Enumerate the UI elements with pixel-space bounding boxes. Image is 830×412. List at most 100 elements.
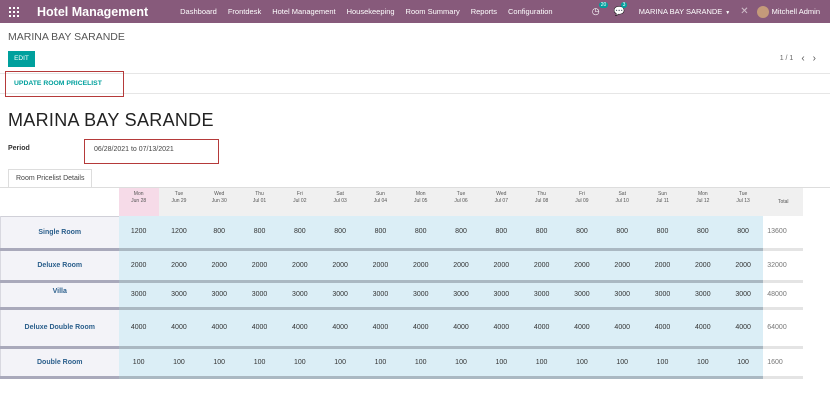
price-cell[interactable]: 100 <box>481 347 522 379</box>
price-cell[interactable]: 800 <box>642 216 683 251</box>
price-cell[interactable]: 4000 <box>319 308 361 349</box>
price-cell[interactable]: 2000 <box>118 249 159 283</box>
price-cell[interactable]: 3000 <box>360 281 401 310</box>
price-cell[interactable]: 100 <box>158 347 200 379</box>
price-cell[interactable]: 4000 <box>279 308 320 349</box>
price-cell[interactable]: 2000 <box>642 249 683 283</box>
price-cell[interactable]: 2000 <box>158 249 200 283</box>
menu-item-room-summary[interactable]: Room Summary <box>406 7 460 16</box>
price-cell[interactable]: 2000 <box>521 249 562 283</box>
edit-button[interactable]: EDIT <box>8 51 35 67</box>
activity-clock-icon[interactable]: ◷ 20 <box>592 2 609 17</box>
price-cell[interactable]: 800 <box>279 216 320 251</box>
price-cell[interactable]: 800 <box>440 216 482 251</box>
price-cell[interactable]: 4000 <box>602 308 643 349</box>
price-cell[interactable]: 3000 <box>239 281 280 310</box>
price-cell[interactable]: 4000 <box>722 308 764 349</box>
menu-item-reports[interactable]: Reports <box>471 7 497 16</box>
price-cell[interactable]: 3000 <box>400 281 441 310</box>
price-cell[interactable]: 800 <box>239 216 280 251</box>
price-cell[interactable]: 3000 <box>682 281 723 310</box>
price-cell[interactable]: 800 <box>682 216 723 251</box>
price-cell[interactable]: 4000 <box>118 308 159 349</box>
menu-item-frontdesk[interactable]: Frontdesk <box>228 7 261 16</box>
price-cell[interactable]: 2000 <box>360 249 401 283</box>
price-cell[interactable]: 4000 <box>642 308 683 349</box>
price-cell[interactable]: 4000 <box>360 308 401 349</box>
price-cell[interactable]: 100 <box>642 347 683 379</box>
price-cell[interactable]: 3000 <box>158 281 200 310</box>
price-cell[interactable]: 100 <box>400 347 441 379</box>
period-field[interactable]: 06/28/2021 to 07/13/2021 <box>84 139 219 164</box>
price-cell[interactable]: 800 <box>481 216 522 251</box>
price-cell[interactable]: 3000 <box>199 281 240 310</box>
price-cell[interactable]: 4000 <box>199 308 240 349</box>
price-cell[interactable]: 100 <box>440 347 482 379</box>
price-cell[interactable]: 100 <box>279 347 320 379</box>
price-cell[interactable]: 800 <box>400 216 441 251</box>
price-cell[interactable]: 2000 <box>400 249 441 283</box>
price-cell[interactable]: 4000 <box>400 308 441 349</box>
price-cell[interactable]: 2000 <box>239 249 280 283</box>
price-cell[interactable]: 800 <box>319 216 361 251</box>
price-cell[interactable]: 800 <box>521 216 562 251</box>
price-cell[interactable]: 2000 <box>682 249 723 283</box>
update-room-pricelist-button[interactable]: UPDATE ROOM PRICELIST <box>5 71 124 97</box>
menu-item-hotel-management[interactable]: Hotel Management <box>272 7 335 16</box>
user-menu[interactable]: Mitchell Admin <box>772 7 820 16</box>
price-cell[interactable]: 3000 <box>521 281 562 310</box>
company-switcher[interactable]: MARINA BAY SARANDE ▼ <box>639 7 730 16</box>
price-cell[interactable]: 3000 <box>602 281 643 310</box>
price-cell[interactable]: 3000 <box>642 281 683 310</box>
price-cell[interactable]: 3000 <box>561 281 603 310</box>
price-cell[interactable]: 100 <box>561 347 603 379</box>
price-cell[interactable]: 4000 <box>440 308 482 349</box>
price-cell[interactable]: 3000 <box>279 281 320 310</box>
price-cell[interactable]: 4000 <box>682 308 723 349</box>
price-cell[interactable]: 3000 <box>722 281 764 310</box>
price-cell[interactable]: 2000 <box>440 249 482 283</box>
price-cell[interactable]: 100 <box>521 347 562 379</box>
chevron-right-icon[interactable]: › <box>813 53 816 64</box>
price-cell[interactable]: 3000 <box>481 281 522 310</box>
menu-item-housekeeping[interactable]: Housekeeping <box>347 7 395 16</box>
price-cell[interactable]: 100 <box>118 347 159 379</box>
chat-icon[interactable]: 💬 3 <box>614 2 628 17</box>
price-cell[interactable]: 100 <box>319 347 361 379</box>
price-cell[interactable]: 100 <box>722 347 764 379</box>
price-cell[interactable]: 4000 <box>239 308 280 349</box>
price-cell[interactable]: 100 <box>239 347 280 379</box>
price-cell[interactable]: 3000 <box>440 281 482 310</box>
price-cell[interactable]: 4000 <box>481 308 522 349</box>
menu-item-configuration[interactable]: Configuration <box>508 7 553 16</box>
tab-room-pricelist-details[interactable]: Room Pricelist Details <box>8 169 93 188</box>
price-cell[interactable]: 800 <box>561 216 603 251</box>
price-cell[interactable]: 100 <box>360 347 401 379</box>
price-cell[interactable]: 2000 <box>722 249 764 283</box>
price-cell[interactable]: 800 <box>602 216 643 251</box>
price-cell[interactable]: 2000 <box>319 249 361 283</box>
price-cell[interactable]: 4000 <box>521 308 562 349</box>
avatar[interactable] <box>756 5 769 18</box>
price-cell[interactable]: 4000 <box>158 308 200 349</box>
apps-menu-icon[interactable] <box>9 6 19 17</box>
price-cell[interactable]: 3000 <box>118 281 159 310</box>
price-cell[interactable]: 1200 <box>118 216 159 251</box>
menu-item-dashboard[interactable]: Dashboard <box>180 7 217 16</box>
price-cell[interactable]: 800 <box>199 216 240 251</box>
price-cell[interactable]: 4000 <box>561 308 603 349</box>
price-cell[interactable]: 2000 <box>602 249 643 283</box>
price-cell[interactable]: 1200 <box>158 216 200 251</box>
price-cell[interactable]: 100 <box>199 347 240 379</box>
price-cell[interactable]: 2000 <box>561 249 603 283</box>
price-cell[interactable]: 2000 <box>279 249 320 283</box>
price-cell[interactable]: 3000 <box>319 281 361 310</box>
price-cell[interactable]: 800 <box>360 216 401 251</box>
price-cell[interactable]: 2000 <box>481 249 522 283</box>
close-icon[interactable]: ✕ <box>740 6 748 17</box>
price-cell[interactable]: 2000 <box>199 249 240 283</box>
chevron-left-icon[interactable]: ‹ <box>801 53 804 64</box>
price-cell[interactable]: 100 <box>682 347 723 379</box>
price-cell[interactable]: 100 <box>602 347 643 379</box>
price-cell[interactable]: 800 <box>722 216 764 251</box>
